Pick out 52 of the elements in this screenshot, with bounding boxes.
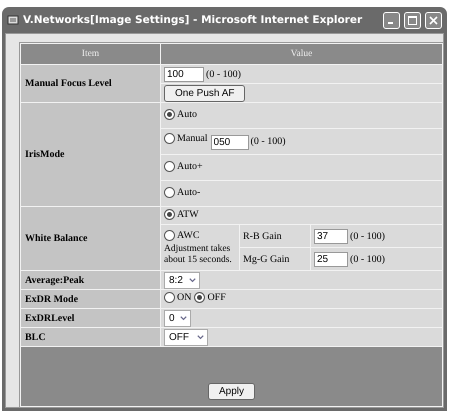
option-label: Auto xyxy=(177,108,197,120)
option-label: Auto- xyxy=(177,186,200,198)
input-field[interactable]: 100 xyxy=(164,66,204,82)
range-text: (0 - 100) xyxy=(250,136,286,148)
setting-label: Average:Peak xyxy=(21,271,160,289)
input-field[interactable]: 25 xyxy=(314,252,348,266)
window-title: V.Networks[Image Settings] - Microsoft Internet Explorer xyxy=(23,14,364,26)
caret-icon xyxy=(188,276,197,284)
setting-label: ExDR Mode xyxy=(21,290,160,308)
close-button[interactable] xyxy=(425,12,442,28)
option-label: Auto+ xyxy=(177,160,203,172)
dropdown[interactable]: 8:2 xyxy=(164,272,200,288)
setting-label: White Balance xyxy=(21,207,160,270)
option-label: ON xyxy=(177,292,192,303)
option-label: Manual xyxy=(177,133,208,144)
radio-button[interactable] xyxy=(194,292,206,303)
minimize-button[interactable] xyxy=(383,12,400,28)
radio-button[interactable] xyxy=(164,208,175,220)
note-text: Adjustment takes about 15 seconds. xyxy=(164,244,233,265)
radio-button[interactable] xyxy=(164,133,175,144)
option-label: OFF xyxy=(207,292,226,303)
radio-button[interactable] xyxy=(164,160,175,172)
radio-button[interactable] xyxy=(164,186,175,198)
range-text: (0 - 100) xyxy=(350,230,385,242)
radio-button[interactable] xyxy=(164,292,175,303)
column-header: Value xyxy=(161,44,442,64)
input-field[interactable]: 050 xyxy=(210,134,249,150)
range-text: (0 - 100) xyxy=(350,253,385,264)
caret-icon xyxy=(178,314,188,322)
minimize-icon xyxy=(388,22,393,24)
one-push-af-button[interactable]: One Push AF xyxy=(164,84,246,102)
dropdown[interactable]: 0 xyxy=(164,310,191,326)
option-label: AWC xyxy=(177,230,200,242)
close-icon xyxy=(429,16,438,24)
range-text: (0 - 100) xyxy=(206,68,241,80)
maximize-icon xyxy=(408,16,417,24)
browser-icon xyxy=(7,14,19,26)
column-header: Item xyxy=(21,44,160,64)
input-field[interactable]: 37 xyxy=(314,228,348,244)
setting-label: Manual Focus Level xyxy=(21,65,160,102)
gain-label: R-B Gain xyxy=(243,230,282,242)
setting-label: IrisMode xyxy=(21,103,160,206)
radio-button[interactable] xyxy=(164,108,175,120)
option-label: ATW xyxy=(177,208,199,220)
setting-label: BLC xyxy=(21,328,160,346)
gain-label: Mg-G Gain xyxy=(243,254,290,264)
dropdown[interactable]: OFF xyxy=(164,328,208,346)
radio-button[interactable] xyxy=(164,230,175,242)
caret-icon xyxy=(196,332,205,342)
apply-button[interactable]: Apply xyxy=(208,383,255,400)
maximize-button[interactable] xyxy=(404,12,421,28)
setting-label: ExDRLevel xyxy=(21,309,160,327)
